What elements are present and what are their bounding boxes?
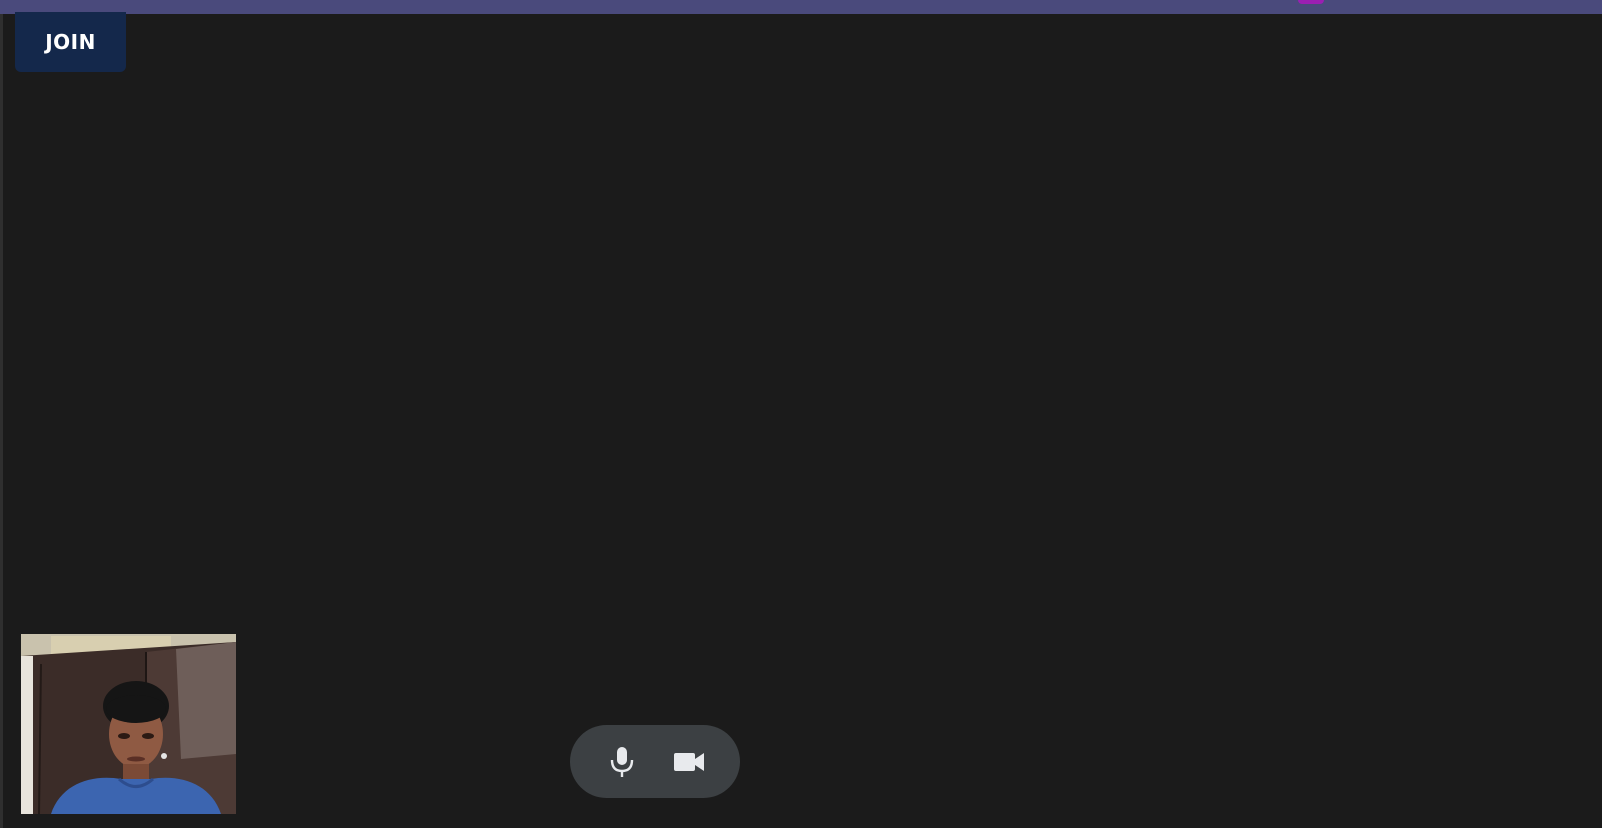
camera-button[interactable] [665, 738, 713, 786]
microphone-icon [610, 746, 633, 777]
mute-button[interactable] [598, 738, 646, 786]
left-edge-divider [0, 14, 3, 828]
video-camera-icon [673, 752, 704, 771]
webcam-feed-image [21, 634, 236, 814]
self-view-video [21, 634, 236, 814]
notification-indicator [1298, 0, 1324, 4]
video-call-page: JOIN [0, 0, 1602, 828]
top-bar [0, 0, 1602, 14]
call-controls [570, 725, 740, 798]
join-button[interactable]: JOIN [15, 12, 126, 72]
